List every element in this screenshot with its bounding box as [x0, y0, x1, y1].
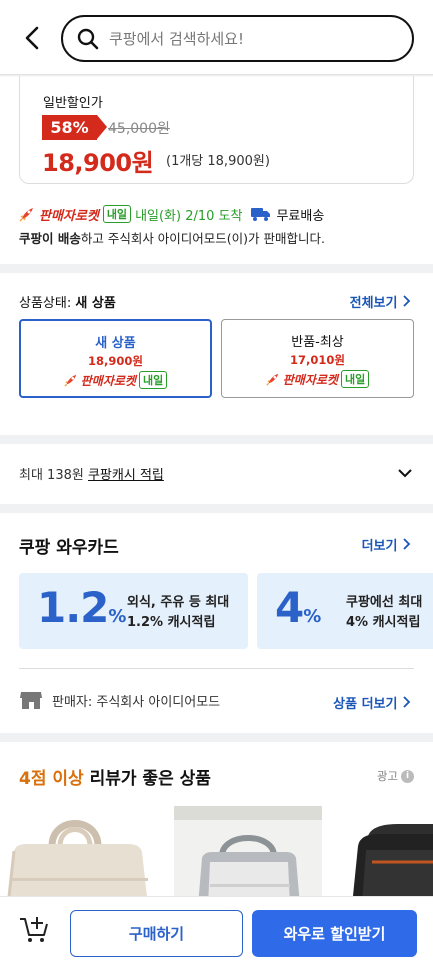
cash-prefix: 최대 138원	[19, 468, 84, 483]
cart-add-icon	[20, 917, 48, 942]
option-rocket-label: 판매자로켓	[80, 373, 136, 388]
condition-option-new[interactable]: 새 상품 18,900원 판매자로켓 내일	[19, 319, 212, 398]
rec-title-rest: 리뷰가 좋은 상품	[83, 769, 211, 789]
promo-desc: 외식, 주유 등 최대 1.2% 캐시적립	[127, 593, 229, 633]
promo-line1: 쿠팡에선 최대	[346, 595, 423, 610]
info-icon: i	[401, 769, 414, 783]
rec-title-highlight: 4점 이상	[19, 769, 84, 789]
beige-bag-image	[0, 806, 160, 906]
wow-more-link[interactable]: 더보기	[362, 535, 411, 554]
free-shipping: 무료배송	[276, 208, 325, 224]
chevron-left-icon	[25, 26, 39, 50]
price-type-label: 일반할인가	[43, 96, 103, 111]
condition-label: 상품상태: 새 상품	[19, 292, 116, 311]
original-price: 45,000원	[108, 121, 170, 137]
seller-row: 판매자: 주식회사 아이디어모드	[19, 690, 220, 710]
cash-reward-row[interactable]: 최대 138원 쿠팡캐시 적립	[19, 464, 164, 483]
product-thumbnail[interactable]	[0, 806, 160, 906]
store-icon	[20, 692, 42, 709]
recommendation-title: 4점 이상 리뷰가 좋은 상품	[19, 764, 211, 789]
add-to-cart-button[interactable]	[16, 911, 52, 947]
wow-discount-button[interactable]: 와우로 할인받기	[252, 910, 417, 957]
wow-promo-card[interactable]: 4% 쿠팡에선 최대 4% 캐시적립	[257, 573, 433, 649]
top-header: 쿠팡에서 검색하세요!	[0, 0, 433, 77]
chevron-right-icon	[403, 295, 411, 307]
discount-rate-badge: 58%	[42, 115, 107, 140]
option-name: 반품-최상	[291, 335, 344, 350]
option-name: 새 상품	[95, 336, 136, 351]
promo-rate-pct: %	[108, 606, 127, 627]
buy-button[interactable]: 구매하기	[70, 910, 243, 957]
unit-price: (1개당 18,900원)	[166, 154, 270, 169]
section-divider	[0, 504, 433, 513]
promo-line2: 4% 캐시적립	[346, 615, 421, 630]
option-price: 17,010원	[290, 353, 345, 367]
promo-rate: 1.2%	[37, 583, 126, 632]
ad-label[interactable]: 광고 i	[377, 768, 414, 784]
cash-link[interactable]: 쿠팡캐시 적립	[88, 468, 164, 483]
promo-rate-number: 4	[275, 583, 304, 632]
chevron-right-icon	[403, 696, 411, 708]
product-page: 쿠팡에서 검색하세요! 일반할인가 58% 45,000원 18,900원 (1…	[0, 0, 433, 960]
seller-info-line: 쿠팡이 배송하고 주식회사 아이디어모드(이)가 판매합니다.	[19, 228, 325, 247]
price-card: 일반할인가 58% 45,000원 18,900원 (1개당 18,900원)	[19, 66, 414, 184]
grey-bag-image	[174, 806, 322, 906]
seller-name: 판매자: 주식회사 아이디어모드	[52, 694, 221, 710]
rocket-icon	[19, 208, 33, 222]
wow-promo-card[interactable]: 1.2% 외식, 주유 등 최대 1.2% 캐시적립	[19, 573, 248, 649]
promo-rate-number: 1.2	[37, 583, 109, 632]
delivery-info: 판매자로켓 내일 내일(화) 2/10 도착 무료배송	[19, 203, 324, 225]
search-placeholder: 쿠팡에서 검색하세요!	[109, 30, 244, 48]
see-all-link[interactable]: 전체보기	[350, 292, 411, 311]
search-input[interactable]: 쿠팡에서 검색하세요!	[61, 15, 414, 62]
seller-delivery-text: 하고 주식회사 아이디어모드(이)가 판매합니다.	[80, 231, 326, 246]
seller-rocket-label: 판매자로켓	[39, 208, 99, 224]
search-icon	[77, 28, 99, 49]
wow-discount-label: 와우로 할인받기	[283, 925, 386, 943]
promo-desc: 쿠팡에선 최대 4% 캐시적립	[346, 593, 422, 633]
option-rocket: 판매자로켓 내일	[21, 371, 210, 389]
truck-icon	[251, 208, 271, 221]
option-tomorrow-badge: 내일	[138, 371, 168, 389]
promo-line1: 외식, 주유 등 최대	[127, 595, 230, 610]
condition-option-returned[interactable]: 반품-최상 17,010원 판매자로켓 내일	[221, 319, 414, 398]
back-button[interactable]	[14, 20, 50, 56]
rocket-icon	[266, 373, 279, 386]
discount-rate: 58%	[50, 118, 89, 137]
header-shadow	[0, 74, 433, 77]
option-price: 18,900원	[88, 354, 143, 368]
promo-rate-pct: %	[303, 606, 322, 627]
rocket-icon	[64, 374, 77, 387]
option-tomorrow-badge: 내일	[340, 370, 370, 388]
option-rocket: 판매자로켓 내일	[222, 370, 413, 388]
section-divider	[0, 264, 433, 273]
product-thumbnail[interactable]	[338, 806, 433, 906]
condition-prefix: 상품상태:	[19, 296, 72, 311]
wow-card-title: 쿠팡 와우카드	[19, 538, 119, 558]
seller-more-label: 상품 더보기	[333, 697, 398, 712]
coupang-delivery: 쿠팡이 배송	[19, 231, 81, 246]
black-bag-image	[338, 806, 433, 906]
section-divider	[0, 733, 433, 742]
option-rocket-label: 판매자로켓	[282, 372, 338, 387]
promo-line2: 1.2% 캐시적립	[127, 615, 216, 630]
chevron-right-icon	[403, 538, 411, 550]
see-all-label: 전체보기	[349, 296, 398, 311]
arrival-date: 내일(화) 2/10 도착	[135, 208, 243, 224]
ad-text: 광고	[376, 769, 398, 783]
seller-more-link[interactable]: 상품 더보기	[333, 693, 411, 712]
divider-line	[19, 668, 414, 669]
condition-value: 새 상품	[75, 296, 116, 311]
sale-price: 18,900원	[42, 149, 154, 177]
wow-more-label: 더보기	[361, 539, 398, 554]
section-divider	[0, 435, 433, 444]
product-thumbnail[interactable]	[174, 806, 322, 906]
tomorrow-badge: 내일	[102, 205, 132, 223]
promo-rate: 4%	[275, 583, 321, 632]
bottom-action-bar: 구매하기 와우로 할인받기	[0, 896, 433, 960]
chevron-down-icon[interactable]	[397, 464, 413, 483]
buy-label: 구매하기	[128, 925, 185, 943]
